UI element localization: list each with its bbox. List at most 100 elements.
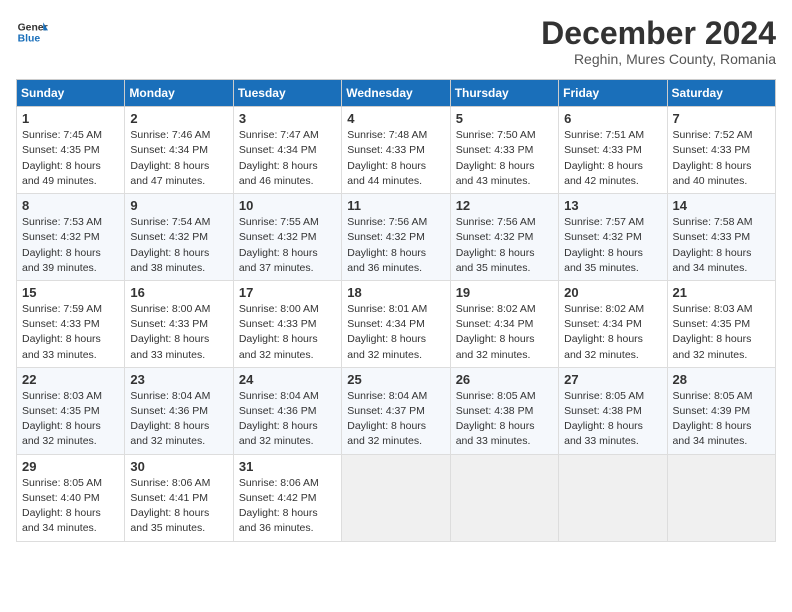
sunset-label: Sunset: 4:32 PM: [130, 231, 208, 243]
day-number: 29: [22, 459, 119, 474]
daylight-label: Daylight: 8 hours and 36 minutes.: [239, 507, 318, 534]
sunrise-label: Sunrise: 7:56 AM: [347, 216, 427, 228]
calendar-cell-day-19: 19 Sunrise: 8:02 AM Sunset: 4:34 PM Dayl…: [450, 280, 558, 367]
col-tuesday: Tuesday: [233, 80, 341, 107]
calendar-cell-day-8: 8 Sunrise: 7:53 AM Sunset: 4:32 PM Dayli…: [17, 194, 125, 281]
calendar-cell-day-5: 5 Sunrise: 7:50 AM Sunset: 4:33 PM Dayli…: [450, 107, 558, 194]
sunrise-label: Sunrise: 8:00 AM: [239, 303, 319, 315]
calendar-cell-day-20: 20 Sunrise: 8:02 AM Sunset: 4:34 PM Dayl…: [559, 280, 667, 367]
calendar-cell-day-17: 17 Sunrise: 8:00 AM Sunset: 4:33 PM Dayl…: [233, 280, 341, 367]
sunset-label: Sunset: 4:34 PM: [347, 318, 425, 330]
sunrise-label: Sunrise: 7:59 AM: [22, 303, 102, 315]
day-number: 4: [347, 111, 444, 126]
logo-icon: General Blue: [16, 16, 48, 48]
day-info: Sunrise: 8:05 AM Sunset: 4:38 PM Dayligh…: [564, 389, 661, 450]
calendar-cell-day-30: 30 Sunrise: 8:06 AM Sunset: 4:41 PM Dayl…: [125, 454, 233, 541]
sunset-label: Sunset: 4:33 PM: [22, 318, 100, 330]
sunset-label: Sunset: 4:35 PM: [673, 318, 751, 330]
col-sunday: Sunday: [17, 80, 125, 107]
day-info: Sunrise: 7:52 AM Sunset: 4:33 PM Dayligh…: [673, 128, 770, 189]
sunset-label: Sunset: 4:32 PM: [564, 231, 642, 243]
day-number: 10: [239, 198, 336, 213]
calendar-cell-day-22: 22 Sunrise: 8:03 AM Sunset: 4:35 PM Dayl…: [17, 367, 125, 454]
day-number: 21: [673, 285, 770, 300]
daylight-label: Daylight: 8 hours and 38 minutes.: [130, 247, 209, 274]
day-number: 30: [130, 459, 227, 474]
sunrise-label: Sunrise: 8:04 AM: [347, 390, 427, 402]
calendar-cell-day-14: 14 Sunrise: 7:58 AM Sunset: 4:33 PM Dayl…: [667, 194, 775, 281]
daylight-label: Daylight: 8 hours and 39 minutes.: [22, 247, 101, 274]
logo: General Blue: [16, 16, 48, 48]
daylight-label: Daylight: 8 hours and 32 minutes.: [22, 420, 101, 447]
sunset-label: Sunset: 4:34 PM: [239, 144, 317, 156]
sunset-label: Sunset: 4:33 PM: [673, 144, 751, 156]
calendar-cell-day-3: 3 Sunrise: 7:47 AM Sunset: 4:34 PM Dayli…: [233, 107, 341, 194]
sunset-label: Sunset: 4:35 PM: [22, 144, 100, 156]
sunrise-label: Sunrise: 8:00 AM: [130, 303, 210, 315]
daylight-label: Daylight: 8 hours and 34 minutes.: [673, 420, 752, 447]
day-number: 7: [673, 111, 770, 126]
day-number: 15: [22, 285, 119, 300]
day-info: Sunrise: 8:02 AM Sunset: 4:34 PM Dayligh…: [564, 302, 661, 363]
month-title: December 2024: [541, 16, 776, 51]
day-number: 11: [347, 198, 444, 213]
sunset-label: Sunset: 4:33 PM: [673, 231, 751, 243]
sunset-label: Sunset: 4:39 PM: [673, 405, 751, 417]
daylight-label: Daylight: 8 hours and 32 minutes.: [456, 333, 535, 360]
day-info: Sunrise: 8:03 AM Sunset: 4:35 PM Dayligh…: [22, 389, 119, 450]
sunset-label: Sunset: 4:34 PM: [456, 318, 534, 330]
calendar-cell-day-24: 24 Sunrise: 8:04 AM Sunset: 4:36 PM Dayl…: [233, 367, 341, 454]
day-number: 14: [673, 198, 770, 213]
sunrise-label: Sunrise: 7:57 AM: [564, 216, 644, 228]
daylight-label: Daylight: 8 hours and 32 minutes.: [130, 420, 209, 447]
calendar-cell-day-21: 21 Sunrise: 8:03 AM Sunset: 4:35 PM Dayl…: [667, 280, 775, 367]
calendar-cell-day-26: 26 Sunrise: 8:05 AM Sunset: 4:38 PM Dayl…: [450, 367, 558, 454]
day-number: 9: [130, 198, 227, 213]
day-info: Sunrise: 8:00 AM Sunset: 4:33 PM Dayligh…: [239, 302, 336, 363]
day-number: 31: [239, 459, 336, 474]
sunset-label: Sunset: 4:32 PM: [456, 231, 534, 243]
sunset-label: Sunset: 4:36 PM: [130, 405, 208, 417]
day-info: Sunrise: 7:57 AM Sunset: 4:32 PM Dayligh…: [564, 215, 661, 276]
day-number: 6: [564, 111, 661, 126]
day-number: 5: [456, 111, 553, 126]
calendar-cell-day-29: 29 Sunrise: 8:05 AM Sunset: 4:40 PM Dayl…: [17, 454, 125, 541]
calendar-cell-day-1: 1 Sunrise: 7:45 AM Sunset: 4:35 PM Dayli…: [17, 107, 125, 194]
sunset-label: Sunset: 4:33 PM: [564, 144, 642, 156]
day-number: 19: [456, 285, 553, 300]
daylight-label: Daylight: 8 hours and 34 minutes.: [22, 507, 101, 534]
day-info: Sunrise: 7:45 AM Sunset: 4:35 PM Dayligh…: [22, 128, 119, 189]
daylight-label: Daylight: 8 hours and 35 minutes.: [456, 247, 535, 274]
day-info: Sunrise: 7:59 AM Sunset: 4:33 PM Dayligh…: [22, 302, 119, 363]
calendar-cell-day-7: 7 Sunrise: 7:52 AM Sunset: 4:33 PM Dayli…: [667, 107, 775, 194]
day-info: Sunrise: 7:58 AM Sunset: 4:33 PM Dayligh…: [673, 215, 770, 276]
sunrise-label: Sunrise: 8:04 AM: [130, 390, 210, 402]
day-number: 20: [564, 285, 661, 300]
calendar-cell-day-2: 2 Sunrise: 7:46 AM Sunset: 4:34 PM Dayli…: [125, 107, 233, 194]
calendar-cell-day-16: 16 Sunrise: 8:00 AM Sunset: 4:33 PM Dayl…: [125, 280, 233, 367]
day-info: Sunrise: 7:55 AM Sunset: 4:32 PM Dayligh…: [239, 215, 336, 276]
daylight-label: Daylight: 8 hours and 37 minutes.: [239, 247, 318, 274]
day-number: 27: [564, 372, 661, 387]
day-info: Sunrise: 7:46 AM Sunset: 4:34 PM Dayligh…: [130, 128, 227, 189]
calendar-cell-day-15: 15 Sunrise: 7:59 AM Sunset: 4:33 PM Dayl…: [17, 280, 125, 367]
daylight-label: Daylight: 8 hours and 33 minutes.: [564, 420, 643, 447]
title-area: December 2024 Reghin, Mures County, Roma…: [541, 16, 776, 67]
day-info: Sunrise: 7:47 AM Sunset: 4:34 PM Dayligh…: [239, 128, 336, 189]
sunrise-label: Sunrise: 8:06 AM: [130, 477, 210, 489]
day-number: 24: [239, 372, 336, 387]
col-saturday: Saturday: [667, 80, 775, 107]
sunrise-label: Sunrise: 7:56 AM: [456, 216, 536, 228]
daylight-label: Daylight: 8 hours and 34 minutes.: [673, 247, 752, 274]
sunrise-label: Sunrise: 7:46 AM: [130, 129, 210, 141]
sunrise-label: Sunrise: 7:47 AM: [239, 129, 319, 141]
sunrise-label: Sunrise: 7:58 AM: [673, 216, 753, 228]
daylight-label: Daylight: 8 hours and 32 minutes.: [239, 333, 318, 360]
daylight-label: Daylight: 8 hours and 36 minutes.: [347, 247, 426, 274]
sunrise-label: Sunrise: 8:02 AM: [564, 303, 644, 315]
sunset-label: Sunset: 4:34 PM: [130, 144, 208, 156]
sunset-label: Sunset: 4:32 PM: [347, 231, 425, 243]
daylight-label: Daylight: 8 hours and 35 minutes.: [564, 247, 643, 274]
sunrise-label: Sunrise: 8:03 AM: [22, 390, 102, 402]
svg-text:Blue: Blue: [18, 34, 41, 45]
